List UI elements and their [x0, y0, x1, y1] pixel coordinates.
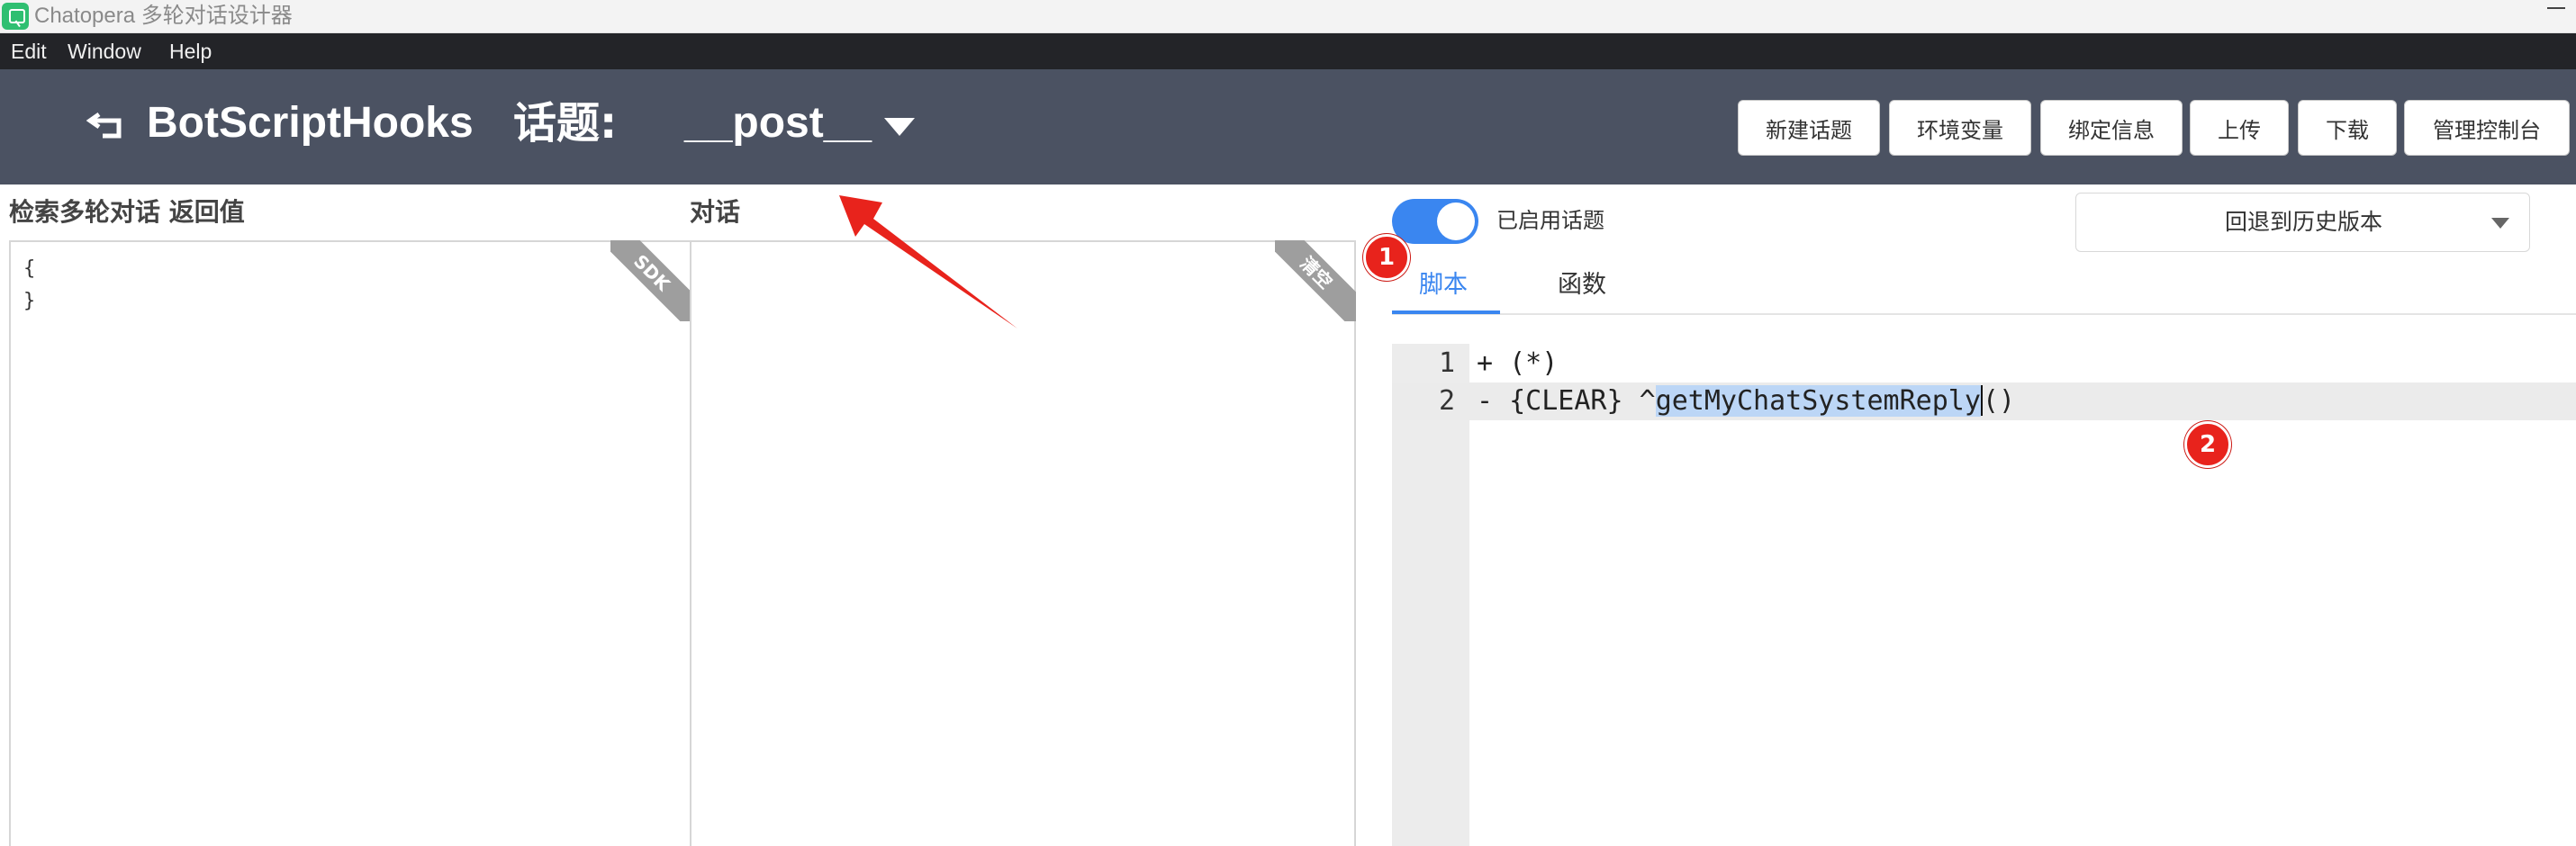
- clear-ribbon[interactable]: 清空: [1275, 240, 1356, 321]
- upload-button[interactable]: 上传: [2190, 100, 2289, 156]
- history-select-value: 回退到历史版本: [2224, 209, 2382, 235]
- menu-edit[interactable]: Edit: [11, 33, 47, 69]
- tab-functions[interactable]: 函数: [1558, 263, 1606, 315]
- return-value-text: { }: [23, 257, 36, 312]
- page-header: BotScriptHooks 话题: __post__ 新建话题 环境变量 绑定…: [0, 69, 2576, 184]
- env-vars-button[interactable]: 环境变量: [1889, 100, 2031, 156]
- sdk-ribbon[interactable]: SDK: [610, 240, 691, 321]
- clear-ribbon-label[interactable]: 清空: [1275, 240, 1356, 321]
- minimize-icon[interactable]: [2547, 7, 2565, 9]
- menu-help[interactable]: Help: [169, 33, 212, 69]
- admin-console-button[interactable]: 管理控制台: [2404, 100, 2570, 156]
- code-line-2[interactable]: - {CLEAR} ^getMyChatSystemReply(): [1477, 382, 2015, 420]
- line-number: 1: [1438, 347, 1455, 379]
- bot-name: BotScriptHooks: [147, 99, 474, 147]
- tab-script[interactable]: 脚本: [1419, 263, 1468, 315]
- menu-bar: Edit Window Help: [0, 33, 2576, 69]
- history-version-select[interactable]: 回退到历史版本: [2075, 193, 2530, 252]
- back-icon[interactable]: [86, 109, 126, 141]
- topic-selector[interactable]: __post__: [684, 96, 872, 150]
- line-number: 2: [1438, 385, 1455, 417]
- active-tab-indicator: [1392, 310, 1500, 314]
- binding-info-button[interactable]: 绑定信息: [2040, 100, 2183, 156]
- code-text: (): [1982, 385, 2016, 417]
- caret-down-icon[interactable]: [884, 118, 915, 136]
- window-title: Chatopera 多轮对话设计器: [34, 4, 293, 28]
- app-logo-icon: [2, 3, 29, 30]
- menu-window[interactable]: Window: [68, 33, 141, 69]
- chevron-down-icon: [2491, 218, 2509, 229]
- new-topic-button[interactable]: 新建话题: [1738, 100, 1880, 156]
- annotation-badge-2: 2: [2184, 421, 2231, 468]
- annotation-arrow: [839, 195, 1017, 328]
- annotation-badge-1: 1: [1363, 234, 1410, 281]
- topic-enabled-toggle[interactable]: [1392, 199, 1478, 244]
- toggle-knob: [1437, 202, 1475, 240]
- code-text: - {CLEAR} ^: [1477, 385, 1656, 417]
- download-button[interactable]: 下载: [2298, 100, 2397, 156]
- code-line-1[interactable]: + (*): [1477, 345, 1558, 382]
- left-panel-label: 检索多轮对话 返回值: [9, 197, 245, 227]
- editor-tabs: 脚本 函数: [1392, 263, 2576, 315]
- topic-label: 话题:: [513, 98, 618, 148]
- selected-code-text: getMyChatSystemReply: [1655, 385, 1981, 417]
- sdk-ribbon-label[interactable]: SDK: [610, 240, 691, 321]
- window-titlebar: Chatopera 多轮对话设计器: [0, 0, 2576, 33]
- return-value-panel: { } SDK: [9, 240, 691, 846]
- topic-enabled-label: 已启用话题: [1496, 208, 1604, 233]
- chat-panel-label: 对话: [690, 197, 741, 227]
